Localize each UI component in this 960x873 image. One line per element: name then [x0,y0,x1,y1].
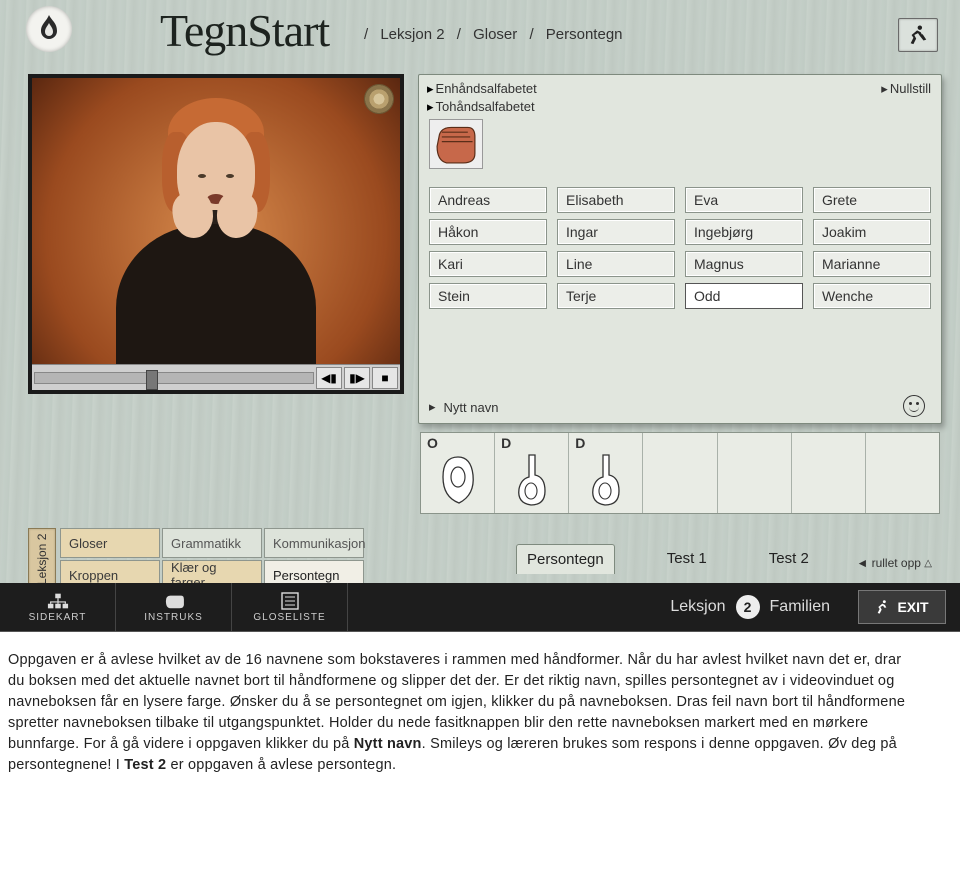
reset-link[interactable]: ▸Nullstill [881,81,931,97]
sitemap-icon [47,592,69,610]
crumb-1[interactable]: Leksjon 2 [380,26,444,43]
name-cell-håkon[interactable]: Håkon [429,219,547,245]
rolled-up-link[interactable]: ◄ rullet opp △ [856,556,932,570]
video-area [32,78,400,364]
activity-tabs: Persontegn Test 1 Test 2 [516,544,819,574]
footer-bar: SIDEKART INSTRUKS GLOSELISTE Leksjon 2 F… [0,583,960,631]
tab-gloser[interactable]: Gloser [60,528,160,558]
one-hand-alphabet-link[interactable]: ▸Enhåndsalfabetet [427,81,537,97]
spiral-icon [364,84,394,114]
activity-tab-test1[interactable]: Test 1 [657,544,717,574]
name-cell-eva[interactable]: Eva [685,187,803,213]
name-cell-grete[interactable]: Grete [813,187,931,213]
flat-hand-icon [430,118,482,170]
tab-kommunikasjon[interactable]: Kommunikasjon [264,528,364,558]
handshape-slot-1[interactable]: D [495,433,569,513]
flame-logo [26,6,72,52]
name-cell-ingebjørg[interactable]: Ingebjørg [685,219,803,245]
app-title: TegnStart [160,4,329,57]
tab-grammatikk[interactable]: Grammatikk [162,528,262,558]
handshape-slot-4[interactable] [718,433,792,513]
exit-door-button[interactable] [898,18,938,52]
flame-icon [37,14,61,44]
handshape-strip[interactable]: ODD [420,432,940,514]
starting-handshape[interactable] [429,119,483,169]
lesson-number-badge: 2 [736,595,760,619]
breadcrumb: / Leksjon 2 / Gloser / Persontegn [360,26,627,43]
new-name-link[interactable]: ▸Nytt navn [429,399,498,415]
activity-tab-test2[interactable]: Test 2 [759,544,819,574]
stop-button[interactable]: ■ [372,367,398,389]
crumb-3[interactable]: Persontegn [546,26,623,43]
name-cell-ingar[interactable]: Ingar [557,219,675,245]
name-cell-elisabeth[interactable]: Elisabeth [557,187,675,213]
video-panel: ◀▮ ▮▶ ■ [28,74,404,394]
name-cell-terje[interactable]: Terje [557,283,675,309]
handshape-slot-3[interactable] [643,433,717,513]
name-cell-stein[interactable]: Stein [429,283,547,309]
sign-language-video-still [111,114,321,364]
handshape-slot-6[interactable] [866,433,939,513]
instructions-button[interactable]: INSTRUKS [116,583,232,631]
exit-button[interactable]: EXIT [858,590,946,624]
smiley-icon [903,395,925,417]
running-person-icon [875,599,891,615]
handshape-slot-5[interactable] [792,433,866,513]
name-panel: ▸Enhåndsalfabetet ▸Tohåndsalfabetet ▸Nul… [418,74,942,424]
alphabet-links: ▸Enhåndsalfabetet ▸Tohåndsalfabetet [427,81,537,117]
two-hand-alphabet-link[interactable]: ▸Tohåndsalfabetet [427,99,537,115]
scrubber[interactable] [34,372,314,384]
name-cell-kari[interactable]: Kari [429,251,547,277]
lesson-title: Leksjon 2 Familien [670,595,830,619]
lesson-tab-grid: Gloser Grammatikk Kommunikasjon Kroppen … [60,528,364,590]
pointing-hand-icon [163,592,185,610]
app-window: TegnStart / Leksjon 2 / Gloser / Persont… [0,0,960,632]
lesson-side-tab[interactable]: Leksjon 2 [28,528,56,590]
name-cell-line[interactable]: Line [557,251,675,277]
name-cell-odd[interactable]: Odd [685,283,803,309]
crumb-2[interactable]: Gloser [473,26,517,43]
name-cell-magnus[interactable]: Magnus [685,251,803,277]
sitemap-button[interactable]: SIDEKART [0,583,116,631]
name-cell-wenche[interactable]: Wenche [813,283,931,309]
page-description: Oppgaven er å avlese hvilket av de 16 na… [8,650,908,776]
glossary-button[interactable]: GLOSELISTE [232,583,348,631]
name-cell-joakim[interactable]: Joakim [813,219,931,245]
play-button[interactable]: ▮▶ [344,367,370,389]
name-cell-marianne[interactable]: Marianne [813,251,931,277]
lesson-tabs: Leksjon 2 Gloser Grammatikk Kommunikasjo… [28,520,364,590]
step-back-button[interactable]: ◀▮ [316,367,342,389]
running-person-icon [907,24,929,46]
page-icon [279,592,301,610]
video-controls: ◀▮ ▮▶ ■ [32,364,400,390]
handshape-slot-0[interactable]: O [421,433,495,513]
activity-tab-persontegn[interactable]: Persontegn [516,544,615,574]
name-cell-andreas[interactable]: Andreas [429,187,547,213]
header: TegnStart / Leksjon 2 / Gloser / Persont… [0,0,960,70]
name-grid: Andreas Elisabeth Eva Grete Håkon Ingar Ingebj… [429,187,931,309]
handshape-slot-2[interactable]: D [569,433,643,513]
